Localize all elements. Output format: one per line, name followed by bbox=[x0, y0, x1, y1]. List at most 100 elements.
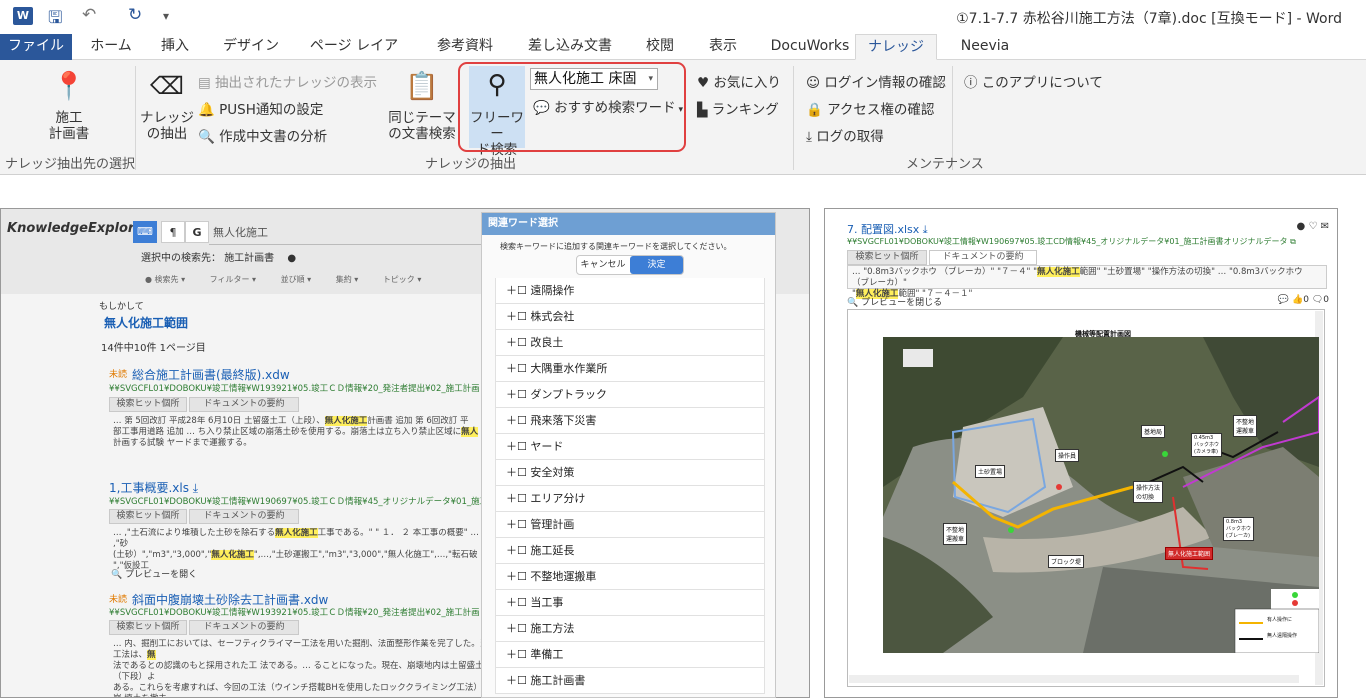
related-word-item[interactable]: ＋☐ ヤード bbox=[495, 434, 765, 460]
tab-hit-locations[interactable]: 検索ヒット個所 bbox=[109, 397, 187, 412]
related-word-item[interactable]: ＋☐ 遠隔操作 bbox=[495, 278, 765, 304]
result-path[interactable]: ¥¥SVGCFL01¥DOBOKU¥竣工情報¥W190697¥05.竣工ＣＤ情報… bbox=[109, 495, 497, 507]
tab-mailings[interactable]: 差し込み文書 bbox=[525, 34, 615, 60]
tab-design[interactable]: デザイン bbox=[222, 34, 280, 60]
related-word-item[interactable]: ＋☐ 安全対策 bbox=[495, 460, 765, 486]
quick-access-dropdown-icon[interactable]: ▾ bbox=[163, 9, 169, 23]
related-word-item[interactable]: ＋☐ 施工延長 bbox=[495, 538, 765, 564]
filter-bar: ● 検索先 ▾ フィルター ▾ 並び順 ▾ 集約 ▾ トピック ▾ bbox=[145, 274, 421, 285]
related-word-item[interactable]: ＋☐ ダンプトラック bbox=[495, 382, 765, 408]
show-extracted-button[interactable]: ▤ 抽出されたナレッジの表示 bbox=[198, 71, 377, 91]
construction-plan-button[interactable]: 施工 計画書 bbox=[30, 110, 108, 142]
map-label: 不整地 運搬車 bbox=[943, 523, 968, 545]
comment-count-icon[interactable]: 🗨 bbox=[1312, 295, 1323, 305]
map-label: 基地局 bbox=[1141, 425, 1166, 438]
preview-title[interactable]: 7. 配置図.xlsx ⤓ bbox=[847, 221, 928, 237]
did-you-mean-link[interactable]: 無人化施工範囲 bbox=[104, 314, 188, 331]
copy-icon: ⧉ bbox=[1290, 237, 1296, 246]
preview-path[interactable]: ¥¥SVGCFL01¥DOBOKU¥竣工情報¥W190697¥05.竣工CD情報… bbox=[847, 236, 1296, 247]
filter-topic[interactable]: トピック ▾ bbox=[383, 275, 422, 284]
related-word-item[interactable]: ＋☐ 株式会社 bbox=[495, 304, 765, 330]
save-icon[interactable]: 🖫 bbox=[48, 5, 62, 34]
magnify-doc-icon: 🔍 bbox=[198, 129, 220, 145]
tab-hit-locations[interactable]: 検索ヒット個所 bbox=[847, 250, 927, 265]
tab-hit-locations[interactable]: 検索ヒット個所 bbox=[109, 620, 187, 635]
info-icon[interactable]: ● bbox=[1297, 221, 1306, 232]
tab-neevia[interactable]: Neevia bbox=[952, 34, 1018, 60]
result-title[interactable]: 1,工事概要.xls ⤓ bbox=[109, 479, 198, 496]
preview-open-link[interactable]: 🔍 プレビューを開く bbox=[111, 567, 197, 580]
magnify-doc-icon: 🔍 bbox=[847, 298, 859, 308]
eraser-icon: ⌫ bbox=[150, 72, 184, 100]
extract-knowledge-button[interactable]: ナレッジ の抽出 bbox=[140, 110, 194, 142]
tab-home[interactable]: ホーム bbox=[88, 34, 134, 60]
map-label: 操作方法 の切換 bbox=[1133, 481, 1164, 503]
group-label-extract: ナレッジの抽出 bbox=[425, 157, 517, 172]
legend-label: 無人遠隔操作 bbox=[1267, 633, 1298, 639]
related-word-item[interactable]: ＋☐ 大隅重水作業所 bbox=[495, 356, 765, 382]
related-word-item[interactable]: ＋☐ 管理計画 bbox=[495, 512, 765, 538]
ok-button[interactable]: 決定 bbox=[630, 256, 683, 274]
same-theme-search-button[interactable]: 同じテーマ の文書検索 bbox=[383, 110, 461, 142]
favorites-button[interactable]: ♥ お気に入り bbox=[697, 71, 781, 91]
result-title[interactable]: 総合施工計画書(最終版).xdw bbox=[132, 366, 290, 383]
cancel-button[interactable]: キャンセル bbox=[577, 256, 629, 274]
result-path[interactable]: ¥¥SVGCFL01¥DOBOKU¥竣工情報¥W193921¥05.竣工ＣＤ情報… bbox=[109, 382, 480, 394]
tab-document-summary[interactable]: ドキュメントの要約 bbox=[189, 509, 299, 524]
about-button[interactable]: ⓘ このアプリについて bbox=[964, 71, 1103, 91]
redo-icon[interactable]: ↻ bbox=[128, 5, 142, 25]
heart-icon[interactable]: ♡ bbox=[1308, 221, 1317, 232]
tab-document-summary[interactable]: ドキュメントの要約 bbox=[189, 397, 299, 412]
result-path[interactable]: ¥¥SVGCFL01¥DOBOKU¥竣工情報¥W193921¥05.竣工ＣＤ情報… bbox=[109, 606, 480, 618]
google-icon[interactable]: G bbox=[185, 221, 209, 243]
access-check-button[interactable]: 🔒 アクセス権の確認 bbox=[806, 98, 934, 118]
analyze-document-button[interactable]: 🔍 作成中文書の分析 bbox=[198, 125, 327, 145]
download-icon: ⤓ bbox=[806, 129, 817, 145]
close-preview-link[interactable]: 🔍 プレビューを閉じる bbox=[847, 295, 942, 308]
group-label-extract-target: ナレッジ抽出先の選択 bbox=[5, 157, 136, 172]
unread-badge: 未読 bbox=[109, 595, 128, 605]
tab-review[interactable]: 校閲 bbox=[640, 34, 680, 60]
tab-document-summary[interactable]: ドキュメントの要約 bbox=[189, 620, 299, 635]
heart-icon: ♥ bbox=[697, 75, 714, 91]
tab-document-summary[interactable]: ドキュメントの要約 bbox=[929, 250, 1037, 265]
filter-sort[interactable]: 並び順 ▾ bbox=[281, 275, 312, 284]
tab-docuworks[interactable]: DocuWorks bbox=[765, 34, 855, 60]
filter-target[interactable]: ● 検索先 ▾ bbox=[145, 275, 185, 284]
related-word-item[interactable]: ＋☐ 不整地運搬車 bbox=[495, 564, 765, 590]
map-label: 無人化施工範囲 bbox=[1165, 547, 1214, 560]
explorer-search-input[interactable]: 無人化施工 bbox=[209, 223, 489, 245]
related-word-item[interactable]: ＋☐ 施工方法 bbox=[495, 616, 765, 642]
related-word-item[interactable]: ＋☐ エリア分け bbox=[495, 486, 765, 512]
login-info-button[interactable]: ☺ ログイン情報の確認 bbox=[806, 71, 946, 91]
filter-filter[interactable]: フィルター ▾ bbox=[210, 275, 256, 284]
push-settings-button[interactable]: 🔔 PUSH通知の設定 bbox=[198, 98, 323, 118]
related-word-item[interactable]: ＋☐ 準備工 bbox=[495, 642, 765, 668]
filter-aggregate[interactable]: 集約 ▾ bbox=[336, 275, 359, 284]
dialog-instruction: 検索キーワードに追加する関連キーワードを選択してください。 bbox=[500, 242, 732, 251]
tab-references[interactable]: 参考資料 bbox=[433, 34, 497, 60]
tab-file[interactable]: ファイル bbox=[0, 34, 72, 60]
ribbon-separator bbox=[135, 66, 136, 170]
tab-hit-locations[interactable]: 検索ヒット個所 bbox=[109, 509, 187, 524]
tab-page-layout[interactable]: ページ レイアウト bbox=[304, 34, 404, 79]
related-word-item[interactable]: ＋☐ 施工計画書 bbox=[495, 668, 765, 694]
keyboard-icon[interactable]: ⌨ bbox=[133, 221, 157, 243]
tab-insert[interactable]: 挿入 bbox=[154, 34, 196, 60]
map-label: 0.45m3 バックホウ (カメラ車) bbox=[1191, 433, 1223, 457]
comment-icon[interactable]: 💬 bbox=[1278, 295, 1289, 305]
mail-icon[interactable]: ✉ bbox=[1321, 221, 1329, 232]
tab-view[interactable]: 表示 bbox=[703, 34, 743, 60]
ranking-button[interactable]: ▙ ランキング bbox=[697, 98, 779, 118]
paragraph-icon[interactable]: ¶ bbox=[161, 221, 185, 243]
related-word-item[interactable]: ＋☐ 当工事 bbox=[495, 590, 765, 616]
tab-knowledge[interactable]: ナレッジ bbox=[855, 34, 937, 60]
undo-icon[interactable]: ↶ bbox=[82, 5, 96, 25]
like-icon[interactable]: 👍 bbox=[1292, 295, 1303, 305]
related-word-item[interactable]: ＋☐ 飛来落下災害 bbox=[495, 408, 765, 434]
result-count: 14件中10件 1ページ目 bbox=[101, 343, 206, 354]
related-word-item[interactable]: ＋☐ 改良土 bbox=[495, 330, 765, 356]
preview-snippet: … "0.8m3バックホウ （ブレーカ）" "７－４" "無人化施工範囲" "土… bbox=[847, 265, 1327, 299]
get-log-button[interactable]: ⤓ ログの取得 bbox=[806, 125, 884, 145]
preview-hscrollbar[interactable] bbox=[849, 675, 1299, 683]
